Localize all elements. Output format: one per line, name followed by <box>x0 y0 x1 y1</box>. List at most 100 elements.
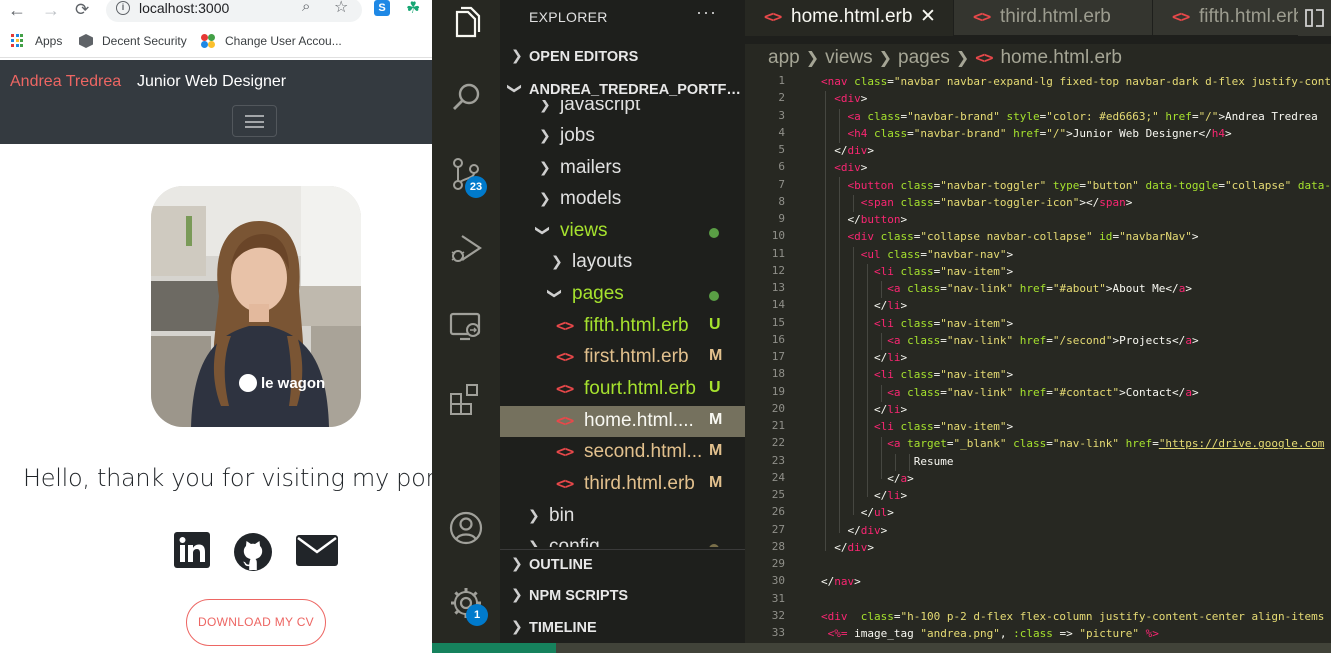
extension-leaf-icon[interactable]: ☘ <box>406 0 420 18</box>
tree-file-third[interactable]: <> third.html.erb M <box>500 469 745 500</box>
download-cv-button[interactable]: DOWNLOAD MY CV <box>186 599 326 646</box>
html-file-icon: <> <box>1172 7 1190 26</box>
chevron-right-icon: ❯ <box>539 159 551 175</box>
extension-s-icon[interactable]: S <box>374 0 390 16</box>
outline-section[interactable]: ❯ OUTLINE <box>500 552 745 580</box>
browser-window: ← → ⟳ i localhost:3000 ⌕ ☆ S ☘ Apps Dece… <box>0 0 432 653</box>
back-arrow-icon[interactable]: ← <box>8 0 26 20</box>
html-file-icon: <> <box>556 316 574 335</box>
explorer-sidebar: EXPLORER ··· ❯ OPEN EDITORS ❯ ANDREA_TRE… <box>500 0 745 643</box>
chevron-down-icon: ❯ <box>535 224 552 237</box>
mail-icon[interactable] <box>296 535 338 566</box>
tree-folder-jobs[interactable]: ❯ jobs <box>500 121 745 152</box>
breadcrumb-app[interactable]: app <box>768 47 800 68</box>
html-file-icon: <> <box>764 7 782 26</box>
line-number: 29 <box>771 557 785 570</box>
tree-folder-models[interactable]: ❯ models <box>500 184 745 215</box>
address-bar[interactable]: i localhost:3000 ⌕ ☆ <box>106 0 362 22</box>
remote-status[interactable] <box>432 643 556 653</box>
chevron-right-icon: ❯ <box>539 127 551 143</box>
code-area[interactable]: <nav class="navbar navbar-expand-lg fixe… <box>815 74 1331 644</box>
line-number: 13 <box>771 281 785 294</box>
tree-file-fourt[interactable]: <> fourt.html.erb U <box>500 374 745 405</box>
split-editor-button[interactable] <box>1298 0 1331 36</box>
npm-scripts-section[interactable]: ❯ NPM SCRIPTS <box>500 583 745 611</box>
tree-folder-bin[interactable]: ❯ bin <box>500 501 745 532</box>
open-editors-section[interactable]: ❯ OPEN EDITORS <box>500 44 745 72</box>
url-text[interactable]: localhost:3000 <box>139 0 229 16</box>
social-links <box>174 532 344 572</box>
navbar-toggler-button[interactable] <box>232 105 277 137</box>
navbar-brand-title[interactable]: Junior Web Designer <box>137 73 286 91</box>
line-number: 14 <box>771 298 785 312</box>
line-number: 6 <box>778 160 785 174</box>
tree-folder-javascript[interactable]: ❯ javascript <box>500 100 745 121</box>
timeline-section[interactable]: ❯ TIMELINE <box>500 615 745 643</box>
chevron-right-icon: ❯ <box>511 555 523 571</box>
line-number: 24 <box>771 470 785 484</box>
bookmark-apps[interactable]: Apps <box>35 34 62 48</box>
tab-third[interactable]: <> third.html.erb <box>954 0 1152 35</box>
tree-folder-pages[interactable]: ❯ pages <box>500 279 745 310</box>
files-icon[interactable] <box>448 6 484 42</box>
line-number: 5 <box>778 143 785 156</box>
code-line: </div> <box>834 540 874 554</box>
extensions-icon[interactable] <box>448 382 484 418</box>
line-number: 28 <box>771 539 785 553</box>
bookmark-change-user-account[interactable]: Change User Accou... <box>225 34 342 48</box>
code-line: <a class="nav-link" href="/second">Proje… <box>887 333 1199 347</box>
run-debug-icon[interactable] <box>448 230 484 266</box>
tree-folder-layouts[interactable]: ❯ layouts <box>500 247 745 278</box>
breadcrumb-views[interactable]: views <box>825 47 873 68</box>
breadcrumb-file[interactable]: home.html.erb <box>1000 47 1121 68</box>
tree-folder-mailers[interactable]: ❯ mailers <box>500 153 745 184</box>
line-number: 25 <box>771 488 785 501</box>
chevron-right-icon: ❯ <box>539 100 551 112</box>
breadcrumb-pages[interactable]: pages <box>898 47 950 68</box>
github-icon[interactable] <box>233 532 273 572</box>
tree-folder-config[interactable]: ❯ config <box>500 532 745 547</box>
line-number: 2 <box>778 91 785 105</box>
tab-fifth[interactable]: <> fifth.html.erb <box>1153 0 1298 35</box>
activity-bar: 23 1 <box>432 0 500 653</box>
line-number: 30 <box>771 574 785 588</box>
code-line: <div class="h-100 p-2 d-flex flex-column… <box>821 609 1325 623</box>
bookmark-star-icon[interactable]: ☆ <box>334 0 348 17</box>
forward-arrow-icon[interactable]: → <box>42 0 60 20</box>
html-file-icon: <> <box>556 411 574 430</box>
close-icon[interactable]: ✕ <box>920 5 936 28</box>
code-line: <%= image_tag "andrea.png", :class => "p… <box>821 627 1159 640</box>
tree-file-first[interactable]: <> first.html.erb M <box>500 342 745 373</box>
code-line: <li class="nav-item"> <box>873 420 1014 433</box>
code-line: </li> <box>873 402 908 416</box>
browser-toolbar: ← → ⟳ i localhost:3000 ⌕ ☆ S ☘ <box>0 0 432 26</box>
zoom-icon[interactable]: ⌕ <box>302 0 310 15</box>
tree-folder-views[interactable]: ❯ views <box>500 216 745 247</box>
tree-file-home-selected[interactable]: <> home.html.... M <box>500 406 745 437</box>
html-file-icon: <> <box>973 7 991 26</box>
search-icon[interactable] <box>448 80 484 116</box>
html-file-icon: <> <box>556 379 574 398</box>
line-number: 8 <box>778 194 785 208</box>
reload-icon[interactable]: ⟳ <box>75 0 89 20</box>
tree-file-second[interactable]: <> second.html... M <box>500 437 745 468</box>
tab-home[interactable]: <> home.html.erb ✕ <box>745 0 953 36</box>
line-number: 17 <box>771 350 785 363</box>
profile-photo-drawing: le wagon <box>151 186 361 427</box>
tree-file-fifth[interactable]: <> fifth.html.erb U <box>500 311 745 342</box>
html-file-icon: <> <box>975 48 993 67</box>
line-number: 33 <box>771 626 785 639</box>
source-control-badge: 23 <box>465 176 487 198</box>
remote-explorer-icon[interactable] <box>448 308 484 344</box>
apps-grid-icon[interactable] <box>11 34 25 48</box>
editor-tabs: <> home.html.erb ✕ <> third.html.erb <> … <box>745 0 1331 44</box>
account-icon[interactable] <box>448 510 484 546</box>
bookmark-decent-security[interactable]: Decent Security <box>102 34 187 48</box>
line-number: 3 <box>778 108 785 122</box>
code-line: <a class="navbar-brand" style="color: #e… <box>847 109 1318 123</box>
code-line: <li class="nav-item"> <box>873 264 1014 278</box>
navbar-brand-name[interactable]: Andrea Tredrea <box>10 73 121 91</box>
more-actions-icon[interactable]: ··· <box>696 2 717 23</box>
info-icon[interactable]: i <box>116 1 130 15</box>
linkedin-icon[interactable] <box>174 532 210 568</box>
